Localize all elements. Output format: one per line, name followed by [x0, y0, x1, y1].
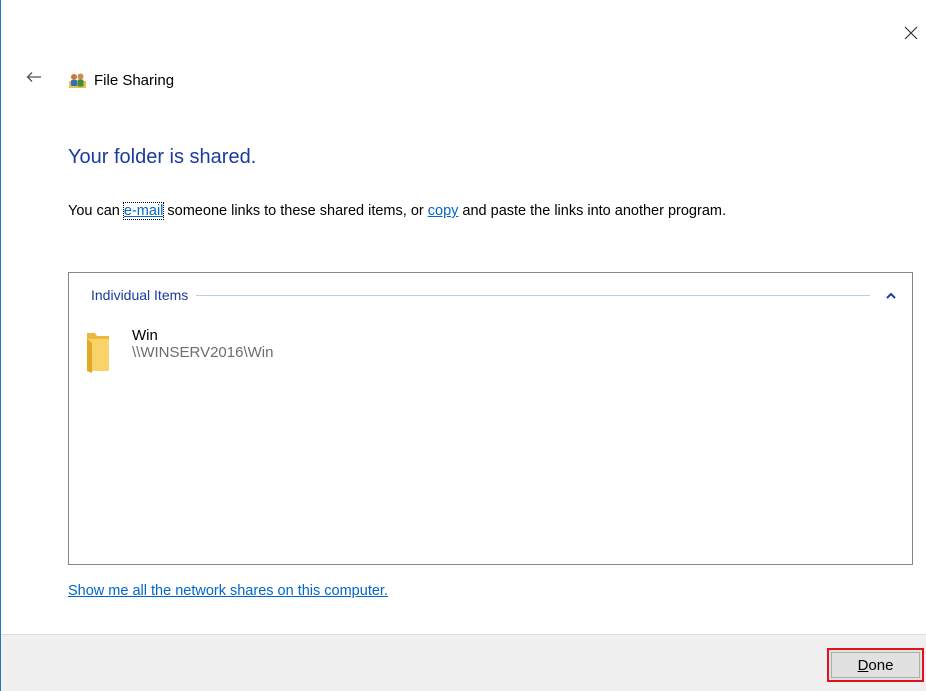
desc-suffix: and paste the links into another program… — [458, 203, 726, 219]
item-text: Win \\WINSERV2016\Win — [132, 327, 273, 361]
email-link[interactable]: e-mail — [122, 202, 165, 220]
done-mnemonic: D — [857, 656, 869, 674]
collapse-group-button[interactable] — [884, 288, 898, 302]
chevron-up-icon — [886, 292, 896, 299]
close-icon — [904, 26, 918, 40]
group-divider — [196, 294, 870, 296]
desc-prefix: You can — [68, 203, 124, 219]
shared-items-list: Individual Items Win \\WINSERV2016\Win — [68, 272, 913, 565]
window-title: File Sharing — [94, 71, 175, 89]
file-sharing-people-icon — [69, 73, 86, 88]
folder-icon — [87, 333, 109, 373]
group-label: Individual Items — [91, 287, 189, 303]
back-button[interactable] — [23, 66, 45, 88]
item-path: \\WINSERV2016\Win — [132, 344, 274, 361]
group-header-individual-items: Individual Items — [91, 286, 898, 304]
desc-middle: someone links to these shared items, or — [163, 203, 428, 219]
page-heading: Your folder is shared. — [68, 146, 257, 168]
back-arrow-icon — [26, 72, 41, 82]
file-sharing-window: File Sharing Your folder is shared. You … — [0, 0, 926, 691]
done-button-face: Done — [831, 652, 920, 678]
close-button[interactable] — [896, 18, 926, 48]
done-button[interactable]: Done — [827, 648, 924, 682]
copy-link[interactable]: copy — [428, 203, 459, 219]
title-bar: File Sharing — [69, 70, 174, 90]
item-name: Win — [132, 327, 158, 344]
done-label-rest: one — [868, 656, 894, 674]
share-description: You can e-mail someone links to these sh… — [68, 202, 726, 220]
list-item[interactable]: Win \\WINSERV2016\Win — [85, 327, 273, 373]
network-shares-link[interactable]: Show me all the network shares on this c… — [68, 583, 388, 599]
dialog-footer — [1, 634, 926, 691]
